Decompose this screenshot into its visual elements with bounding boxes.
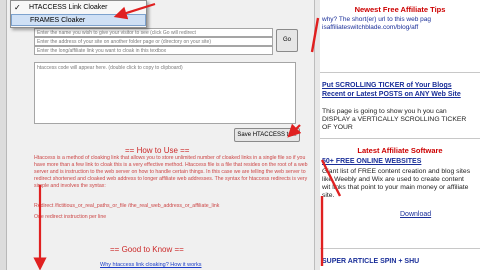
free-websites-link[interactable]: 50+ FREE ONLINE WEBSITES — [322, 158, 475, 167]
websites-description: Giant list of FREE content creation and … — [322, 168, 471, 199]
scrolling-ticker-link[interactable]: Put SCROLLING TICKER of Your Blogs Recen… — [322, 82, 475, 99]
how-to-use-text: Htaccess is a method of cloaking link th… — [34, 155, 308, 189]
menu-item-htaccess-cloaker[interactable]: ✓ HTACCESS Link Cloaker — [11, 2, 146, 14]
htaccess-output-textarea[interactable]: htaccess code will appear here. (double … — [34, 62, 296, 124]
redirect-syntax-text: Redirect /fictitious_or_real_paths_or_fi… — [34, 203, 220, 209]
article-spin-link[interactable]: SUPER ARTICLE SPIN + SHU — [322, 258, 475, 267]
ticker-description: This page is going to show you h you can… — [322, 108, 467, 131]
window-left-edge — [0, 0, 7, 270]
why-htaccess-link[interactable]: Why htaccess link cloaking? How it works — [100, 262, 201, 268]
sidebar-divider — [320, 248, 480, 249]
menu-item-label: FRAMES Cloaker — [30, 17, 86, 24]
target-path-input[interactable]: Enter the address of your site on anothe… — [34, 37, 273, 46]
affiliate-url-input[interactable]: Enter the long/affiliate link you want t… — [34, 46, 273, 55]
menu-item-label: HTACCESS Link Cloaker — [29, 4, 108, 11]
good-to-know-heading: == Good to Know == — [110, 245, 184, 254]
tips-text[interactable]: why? The short(er) url to this web pag i… — [322, 16, 475, 32]
cloaker-app-window: ✓ HTACCESS Link Cloaker FRAMES Cloaker E… — [0, 0, 315, 270]
menu-item-frames-cloaker[interactable]: FRAMES Cloaker — [11, 14, 146, 26]
go-button[interactable]: Go — [276, 29, 298, 52]
sidebar-divider — [320, 72, 480, 73]
tips-heading: Newest Free Affiliate Tips — [354, 5, 446, 14]
sidebar-divider — [320, 138, 480, 139]
how-to-use-heading: == How to Use == — [125, 146, 190, 155]
visitor-name-input[interactable]: Enter the name you wish to give your vis… — [34, 28, 273, 37]
software-heading: Latest Affiliate Software — [357, 146, 443, 155]
download-link[interactable]: Download — [400, 211, 431, 218]
one-redirect-note: One redirect instruction per line — [34, 214, 107, 220]
save-htaccess-button[interactable]: Save HTACCESS to... — [234, 128, 300, 142]
blog-sidebar: Newest Free Affiliate Tips why? The shor… — [320, 0, 480, 270]
check-icon: ✓ — [14, 3, 21, 12]
cloaker-type-menu[interactable]: ✓ HTACCESS Link Cloaker FRAMES Cloaker — [10, 0, 147, 28]
